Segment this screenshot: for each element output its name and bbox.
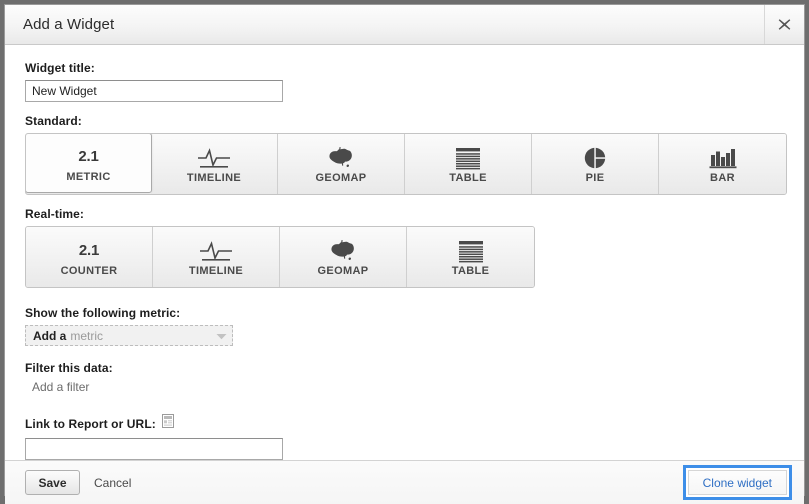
clone-widget-button[interactable]: Clone widget [687,470,787,495]
save-button[interactable]: Save [25,470,80,495]
widget-type-tile-realtime-timeline[interactable]: TIMELINE [153,227,280,287]
pie-chart-icon [583,145,607,171]
line-chart-icon [197,145,231,171]
widget-title-label: Widget title: [25,61,95,75]
clone-widget-focus-ring: Clone widget [682,465,792,500]
add-metric-grey-text: metric [70,328,104,343]
widget-type-tile-realtime-counter[interactable]: 2.1 COUNTER [26,227,153,287]
dialog-title: Add a Widget [23,16,115,33]
widget-type-tile-label: PIE [585,171,605,184]
dialog-titlebar: Add a Widget [5,5,804,45]
link-url-input[interactable] [25,438,283,460]
number-2-1-icon: 2.1 [78,242,100,259]
metric-section-label: Show the following metric: [25,306,181,320]
widget-type-tile-label: TIMELINE [188,264,244,277]
cancel-button[interactable]: Cancel [94,476,131,490]
widget-type-tile-label: TABLE [449,171,487,184]
widget-type-tile-label: METRIC [66,170,111,183]
add-metric-strong-text: Add a [33,328,67,343]
realtime-section-label: Real-time: [25,207,85,221]
widget-title-input[interactable] [25,80,283,102]
widget-type-tile-label: TABLE [451,264,490,277]
number-2-1-icon: 2.1 [78,148,99,165]
table-rows-icon [455,145,481,171]
dialog-footer: Save Cancel Clone widget [5,460,804,504]
widget-type-tile-standard-bar[interactable]: BAR [659,134,786,194]
widget-type-tile-realtime-table[interactable]: TABLE [407,227,534,287]
link-section-label: Link to Report or URL: [25,416,156,431]
standard-section-label: Standard: [25,114,82,128]
widget-type-tile-standard-table[interactable]: TABLE [405,134,532,194]
add-metric-dropdown[interactable]: Add a metric [25,325,233,346]
report-document-icon[interactable] [161,414,174,433]
australia-map-icon [328,238,358,264]
widget-type-tile-label: BAR [710,171,735,184]
filter-section-label: Filter this data: [25,361,113,375]
realtime-widget-type-row: 2.1 COUNTER TIMELINE GEOMAP TABLE [25,226,535,288]
line-chart-icon [199,238,233,264]
dialog-body: Widget title: Standard: 2.1 METRIC TIMELIN… [5,45,804,460]
widget-type-tile-standard-pie[interactable]: PIE [532,134,659,194]
widget-type-tile-standard-timeline[interactable]: TIMELINE [151,134,278,194]
widget-type-tile-label: COUNTER [60,264,118,277]
close-icon [778,18,791,31]
australia-map-icon [326,145,356,171]
add-filter-link[interactable]: Add a filter [25,380,784,394]
bar-chart-icon [709,145,737,171]
widget-type-tile-label: GEOMAP [315,171,367,184]
widget-type-tile-realtime-geomap[interactable]: GEOMAP [280,227,407,287]
chevron-down-icon [216,327,227,345]
widget-type-tile-label: TIMELINE [186,171,242,184]
table-rows-icon [458,238,484,264]
widget-type-tile-standard-metric[interactable]: 2.1 METRIC [26,134,152,193]
widget-type-tile-label: GEOMAP [317,264,369,277]
standard-widget-type-row: 2.1 METRIC TIMELINE GEOMAP TABLE PIE BAR [25,133,787,195]
widget-type-tile-standard-geomap[interactable]: GEOMAP [278,134,405,194]
add-widget-dialog: Add a Widget Widget title: Standard: 2.1… [4,4,805,504]
close-button[interactable] [764,5,804,44]
